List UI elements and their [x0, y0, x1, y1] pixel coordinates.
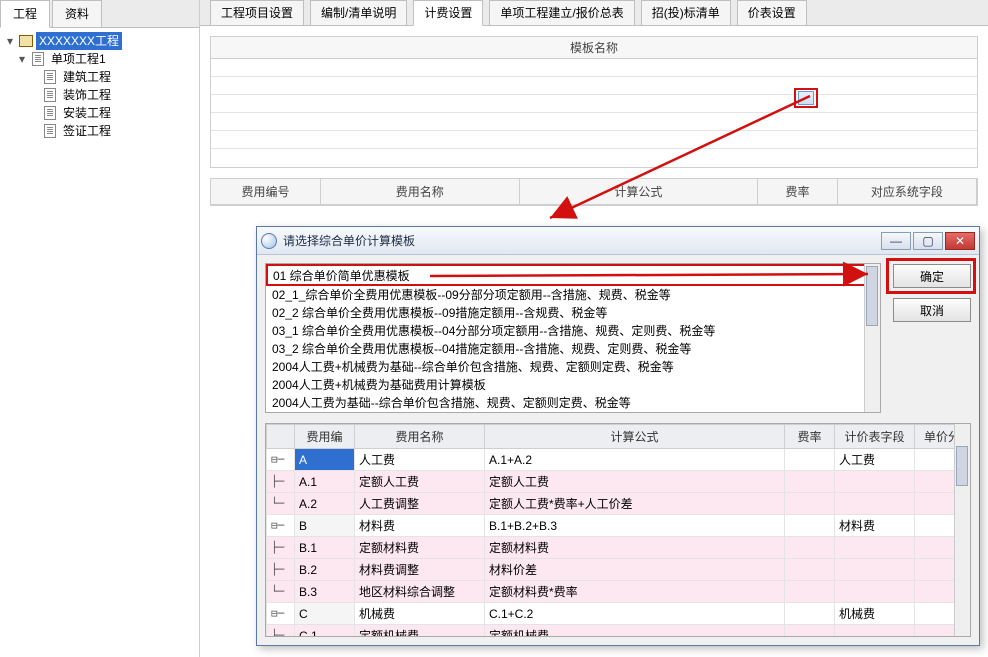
main-tab[interactable]: 计费设置 — [413, 0, 483, 26]
grid-row[interactable]: ├─C.1定额机械费定额机械费 — [267, 625, 970, 638]
grid-col-header[interactable]: 费用编 — [295, 425, 355, 449]
fee-col-header[interactable]: 费用编号 — [211, 179, 320, 205]
grid-col-header[interactable]: 费用名称 — [355, 425, 485, 449]
template-browse-button[interactable] — [798, 91, 814, 105]
tree-toggle[interactable]: ▾ — [16, 50, 28, 68]
cancel-button[interactable]: 取消 — [893, 298, 971, 322]
left-tabs: 工程 资料 — [0, 0, 199, 28]
close-button[interactable]: ✕ — [945, 232, 975, 250]
main-tab[interactable]: 价表设置 — [737, 0, 807, 25]
template-option[interactable]: 03_2 综合单价全费用优惠模板--04措施定额用--含措施、规费、定则费、税金… — [266, 340, 880, 358]
scroll-thumb[interactable] — [956, 446, 968, 486]
tree-sub[interactable]: 单项工程1 — [48, 50, 109, 68]
grid-row[interactable]: └─B.3地区材料综合调整定额材料费*费率 — [267, 581, 970, 603]
template-option[interactable]: 03_1 综合单价全费用优惠模板--04分部分项定额用--含措施、规费、定则费、… — [266, 322, 880, 340]
fee-col-header[interactable]: 对应系统字段 — [837, 179, 976, 205]
doc-icon — [42, 124, 58, 138]
main-tab[interactable]: 单项工程建立/报价总表 — [489, 0, 634, 25]
maximize-button[interactable]: ▢ — [913, 232, 943, 250]
template-option[interactable]: 02_1_综合单价全费用优惠模板--09分部分项定额用--含措施、规费、税金等 — [266, 286, 880, 304]
doc-icon — [42, 70, 58, 84]
template-row[interactable] — [211, 77, 977, 95]
grid-col-header[interactable] — [267, 425, 295, 449]
grid-row[interactable]: ├─B.1定额材料费定额材料费 — [267, 537, 970, 559]
scrollbar[interactable] — [864, 264, 880, 412]
tree-toggle[interactable]: ▾ — [4, 32, 16, 50]
template-area: 模板名称 — [210, 36, 978, 168]
template-row[interactable] — [211, 131, 977, 149]
grid-col-header[interactable]: 计价表字段 — [835, 425, 915, 449]
dialog-grid: 费用编费用名称计算公式费率计价表字段单价分 ⊟─A人工费A.1+A.2人工费├─… — [265, 423, 971, 637]
doc-icon — [42, 106, 58, 120]
main-tab[interactable]: 招(投)标清单 — [641, 0, 731, 25]
grid-col-header[interactable]: 费率 — [785, 425, 835, 449]
template-row[interactable] — [211, 95, 977, 113]
folder-icon — [18, 34, 34, 48]
grid-row[interactable]: ⊟─A人工费A.1+A.2人工费 — [267, 449, 970, 471]
fee-grid: 费用编号费用名称计算公式费率对应系统字段 — [210, 178, 978, 206]
grid-row[interactable]: ⊟─B材料费B.1+B.2+B.3材料费 — [267, 515, 970, 537]
template-option[interactable]: 2004人工费+机械费为基础--综合单价包含措施、规费、定额则定费、税金等 — [266, 358, 880, 376]
project-tree: ▾ XXXXXXX工程 ▾ 单项工程1 建筑工程装饰工程安装工程签证工程 — [0, 28, 199, 140]
grid-row[interactable]: ├─B.2材料费调整材料价差 — [267, 559, 970, 581]
template-row[interactable] — [211, 149, 977, 167]
grid-row[interactable]: ⊟─C机械费C.1+C.2机械费 — [267, 603, 970, 625]
tree-item[interactable]: 装饰工程 — [60, 86, 114, 104]
template-name-header: 模板名称 — [210, 36, 978, 58]
main-tabs: 工程项目设置编制/清单说明计费设置单项工程建立/报价总表招(投)标清单价表设置 — [200, 0, 988, 26]
grid-col-header[interactable]: 计算公式 — [485, 425, 785, 449]
template-browse-highlight — [794, 88, 818, 108]
scrollbar[interactable] — [954, 424, 970, 636]
main-tab[interactable]: 工程项目设置 — [210, 0, 304, 25]
left-panel: 工程 资料 ▾ XXXXXXX工程 ▾ 单项工程1 建筑工程装饰工程安装工程签证… — [0, 0, 200, 657]
template-row[interactable] — [211, 59, 977, 77]
template-option[interactable]: 01 综合单价简单优惠模板 — [266, 264, 880, 286]
tree-item[interactable]: 签证工程 — [60, 122, 114, 140]
template-list[interactable]: 01 综合单价简单优惠模板02_1_综合单价全费用优惠模板--09分部分项定额用… — [265, 263, 881, 413]
fee-col-header[interactable]: 费用名称 — [320, 179, 519, 205]
left-tab-project[interactable]: 工程 — [0, 0, 50, 28]
scroll-thumb[interactable] — [866, 266, 878, 326]
template-dialog: 请选择综合单价计算模板 — ▢ ✕ 01 综合单价简单优惠模板02_1_综合单价… — [256, 226, 980, 646]
dialog-titlebar[interactable]: 请选择综合单价计算模板 — ▢ ✕ — [257, 227, 979, 255]
doc-icon — [30, 52, 46, 66]
left-tab-material[interactable]: 资料 — [52, 0, 102, 27]
tree-item[interactable]: 安装工程 — [60, 104, 114, 122]
doc-icon — [42, 88, 58, 102]
grid-row[interactable]: └─A.2人工费调整定额人工费*费率+人工价差 — [267, 493, 970, 515]
app-logo-icon — [261, 233, 277, 249]
ok-button[interactable]: 确定 — [893, 264, 971, 288]
minimize-button[interactable]: — — [881, 232, 911, 250]
main-tab[interactable]: 编制/清单说明 — [310, 0, 407, 25]
template-option[interactable]: 2004人工费+机械费为基础费用计算模板 — [266, 376, 880, 394]
template-row[interactable] — [211, 113, 977, 131]
fee-col-header[interactable]: 费率 — [758, 179, 838, 205]
tree-item[interactable]: 建筑工程 — [60, 68, 114, 86]
template-option[interactable]: 2004人工费为基础--综合单价包含措施、规费、定额则定费、税金等 — [266, 394, 880, 412]
template-option[interactable]: 02_2 综合单价全费用优惠模板--09措施定额用--含规费、税金等 — [266, 304, 880, 322]
fee-col-header[interactable]: 计算公式 — [519, 179, 758, 205]
tree-root[interactable]: XXXXXXX工程 — [36, 32, 122, 50]
dialog-title: 请选择综合单价计算模板 — [283, 232, 881, 249]
grid-row[interactable]: ├─A.1定额人工费定额人工费 — [267, 471, 970, 493]
